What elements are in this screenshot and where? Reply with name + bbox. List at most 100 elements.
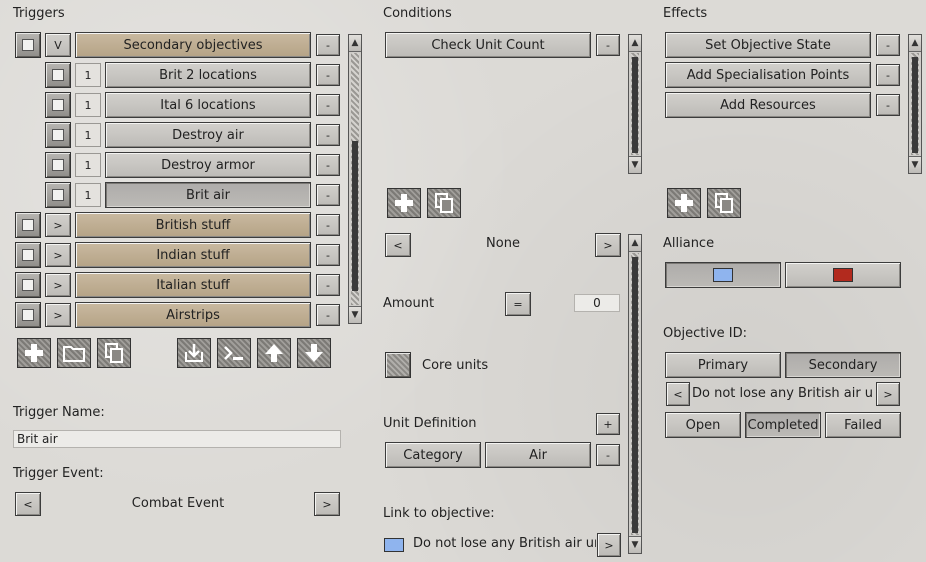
scroll-up-icon[interactable]: ▲	[629, 235, 641, 252]
unit-definition-value[interactable]: Air	[485, 442, 591, 468]
add-effect-button[interactable]	[667, 188, 701, 218]
scroll-up-icon[interactable]: ▲	[629, 35, 641, 52]
scroll-thumb[interactable]	[912, 57, 918, 153]
add-unit-definition-button[interactable]: +	[596, 413, 620, 435]
trigger-item[interactable]: Brit air	[105, 182, 311, 208]
amount-label: Amount	[383, 296, 435, 311]
trigger-row-checkbox[interactable]	[15, 272, 41, 298]
scroll-up-icon[interactable]: ▲	[349, 35, 361, 52]
scroll-thumb[interactable]	[632, 257, 638, 533]
condition-details-scrollbar[interactable]: ▲ ▼	[628, 234, 642, 554]
state-open-button[interactable]: Open	[665, 412, 741, 438]
trigger-row-checkbox[interactable]	[45, 62, 71, 88]
remove-unit-definition-button[interactable]: -	[596, 444, 620, 466]
trigger-group-toggle[interactable]: >	[45, 303, 71, 327]
remove-trigger-button[interactable]: -	[316, 304, 340, 326]
trigger-group-toggle[interactable]: >	[45, 273, 71, 297]
scroll-down-icon[interactable]: ▼	[349, 306, 361, 323]
conditions-scrollbar[interactable]: ▲ ▼	[628, 34, 642, 174]
move-up-button[interactable]	[257, 338, 291, 368]
console-icon	[224, 346, 243, 360]
alliance-axis-button[interactable]	[785, 262, 901, 288]
scroll-thumb[interactable]	[632, 57, 638, 153]
remove-trigger-button[interactable]: -	[316, 214, 340, 236]
remove-trigger-button[interactable]: -	[316, 154, 340, 176]
trigger-name-input[interactable]: Brit air	[13, 430, 341, 448]
alliance-allies-button[interactable]	[665, 262, 781, 288]
add-folder-button[interactable]	[57, 338, 91, 368]
duplicate-trigger-button[interactable]	[97, 338, 131, 368]
trigger-event-next-button[interactable]: >	[314, 492, 340, 516]
triggers-scrollbar[interactable]: ▲ ▼	[348, 34, 362, 324]
trigger-row-checkbox[interactable]	[45, 92, 71, 118]
effect-item[interactable]: Add Resources	[665, 92, 871, 118]
remove-trigger-button[interactable]: -	[316, 124, 340, 146]
trigger-event-value: Combat Event	[131, 496, 225, 511]
move-down-button[interactable]	[297, 338, 331, 368]
trigger-item[interactable]: Brit 2 locations	[105, 62, 311, 88]
condition-next-button[interactable]: >	[595, 233, 621, 257]
trigger-row-checkbox[interactable]	[15, 32, 41, 58]
trigger-group-item[interactable]: Indian stuff	[75, 242, 311, 268]
remove-condition-button[interactable]: -	[596, 34, 620, 56]
core-units-checkbox[interactable]	[385, 352, 411, 378]
remove-effect-button[interactable]: -	[876, 64, 900, 86]
trigger-group-item[interactable]: Secondary objectives	[75, 32, 311, 58]
trigger-group-toggle[interactable]: >	[45, 243, 71, 267]
scroll-down-icon[interactable]: ▼	[909, 156, 921, 173]
trigger-count: 1	[75, 63, 101, 87]
scroll-up-icon[interactable]: ▲	[909, 35, 921, 52]
trigger-group-item[interactable]: British stuff	[75, 212, 311, 238]
trigger-item[interactable]: Ital 6 locations	[105, 92, 311, 118]
unit-definition-key[interactable]: Category	[385, 442, 481, 468]
remove-trigger-button[interactable]: -	[316, 34, 340, 56]
remove-trigger-button[interactable]: -	[316, 244, 340, 266]
remove-trigger-button[interactable]: -	[316, 64, 340, 86]
trigger-row-checkbox[interactable]	[45, 122, 71, 148]
trigger-item[interactable]: Destroy air	[105, 122, 311, 148]
link-objective-value: Do not lose any British air units	[413, 536, 596, 551]
state-failed-button[interactable]: Failed	[825, 412, 901, 438]
link-objective-next-button[interactable]: >	[597, 533, 621, 557]
alliance-label: Alliance	[663, 236, 715, 251]
remove-effect-button[interactable]: -	[876, 94, 900, 116]
import-trigger-button[interactable]	[177, 338, 211, 368]
move-up-icon	[265, 344, 283, 362]
add-trigger-button[interactable]	[17, 338, 51, 368]
effect-item[interactable]: Set Objective State	[665, 32, 871, 58]
objective-prev-button[interactable]: <	[666, 382, 690, 406]
effect-item[interactable]: Add Specialisation Points	[665, 62, 871, 88]
trigger-group-toggle[interactable]: V	[45, 33, 71, 57]
duplicate-effect-button[interactable]	[707, 188, 741, 218]
condition-item[interactable]: Check Unit Count	[385, 32, 591, 58]
trigger-row-checkbox[interactable]	[45, 152, 71, 178]
condition-prev-button[interactable]: <	[385, 233, 411, 257]
trigger-group-item[interactable]: Italian stuff	[75, 272, 311, 298]
remove-trigger-button[interactable]: -	[316, 274, 340, 296]
trigger-event-prev-button[interactable]: <	[15, 492, 41, 516]
remove-effect-button[interactable]: -	[876, 34, 900, 56]
remove-trigger-button[interactable]: -	[316, 184, 340, 206]
trigger-row-checkbox[interactable]	[15, 242, 41, 268]
duplicate-condition-button[interactable]	[427, 188, 461, 218]
objective-next-button[interactable]: >	[876, 382, 900, 406]
scroll-thumb[interactable]	[352, 141, 358, 291]
trigger-item[interactable]: Destroy armor	[105, 152, 311, 178]
objective-primary-button[interactable]: Primary	[665, 352, 781, 378]
add-condition-button[interactable]	[387, 188, 421, 218]
effects-scrollbar[interactable]: ▲ ▼	[908, 34, 922, 174]
trigger-group-item[interactable]: Airstrips	[75, 302, 311, 328]
trigger-row-checkbox[interactable]	[45, 182, 71, 208]
objective-secondary-button[interactable]: Secondary	[785, 352, 901, 378]
trigger-row-checkbox[interactable]	[15, 212, 41, 238]
amount-input[interactable]: 0	[574, 294, 620, 312]
trigger-row-checkbox[interactable]	[15, 302, 41, 328]
scroll-down-icon[interactable]: ▼	[629, 536, 641, 553]
scroll-down-icon[interactable]: ▼	[629, 156, 641, 173]
remove-trigger-button[interactable]: -	[316, 94, 340, 116]
copy-icon	[105, 343, 123, 363]
state-completed-button[interactable]: Completed	[745, 412, 821, 438]
console-button[interactable]	[217, 338, 251, 368]
trigger-group-toggle[interactable]: >	[45, 213, 71, 237]
amount-operator-button[interactable]: =	[505, 292, 531, 316]
